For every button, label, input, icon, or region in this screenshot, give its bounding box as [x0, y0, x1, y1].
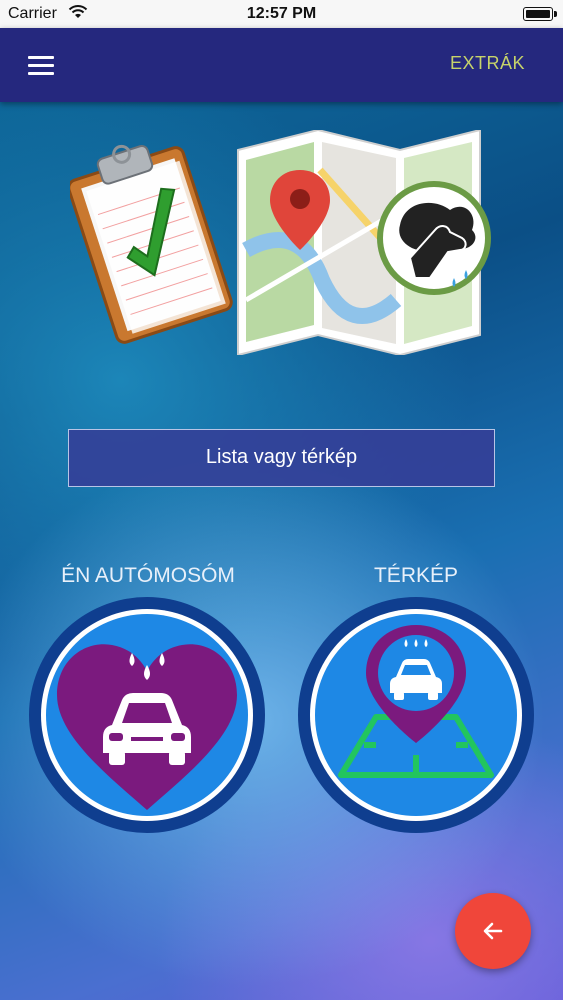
app-bar: EXTRÁK	[0, 28, 563, 102]
my-carwash-label: ÉN AUTÓMOSÓM	[61, 564, 235, 587]
clock: 12:57 PM	[246, 5, 317, 22]
extras-button[interactable]: EXTRÁK	[450, 53, 525, 74]
hamburger-menu-icon[interactable]	[22, 52, 60, 80]
battery-icon	[523, 7, 557, 21]
list-or-map-button[interactable]: Lista vagy térkép	[68, 429, 495, 487]
back-fab-button[interactable]	[455, 893, 531, 969]
my-carwash-button[interactable]	[27, 595, 267, 835]
status-bar: Carrier 12:57 PM	[0, 0, 563, 28]
map-label: TÉRKÉP	[373, 564, 459, 587]
map-button[interactable]	[296, 595, 536, 835]
hero-illustration	[70, 130, 491, 355]
folded-map-icon	[237, 130, 491, 355]
arrow-left-icon	[483, 922, 503, 940]
clipboard-checkmark-icon	[70, 144, 233, 344]
